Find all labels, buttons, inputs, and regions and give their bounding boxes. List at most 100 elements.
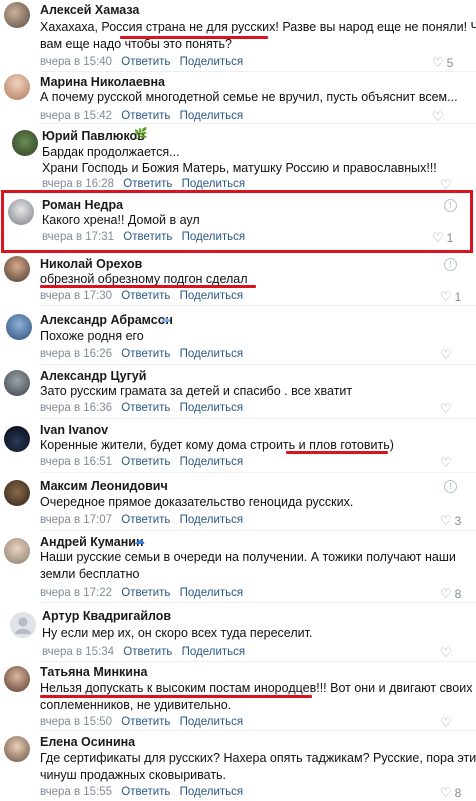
heart-icon: ♡ (440, 785, 452, 800)
info-circle-icon[interactable]: ! (444, 199, 457, 212)
like-button[interactable]: ♡ (440, 715, 455, 731)
comment-meta: вчера в 15:50 Ответить Поделиться (40, 716, 249, 728)
divider (40, 472, 476, 473)
avatar[interactable] (4, 538, 30, 564)
share-button[interactable]: Поделиться (182, 646, 246, 658)
share-button[interactable]: Поделиться (180, 348, 244, 360)
heart-icon: ♡ (440, 289, 452, 304)
reply-button[interactable]: Ответить (121, 348, 170, 360)
comment-author[interactable]: Андрей Куманин (40, 535, 144, 549)
comment-time: вчера в 15:55 (40, 786, 113, 798)
comment-meta: вчера в 17:22 Ответить Поделиться (40, 587, 249, 599)
highlight-underline (40, 285, 256, 288)
like-count: 1 (454, 290, 462, 304)
comment-author[interactable]: Роман Недра (42, 198, 123, 212)
avatar[interactable] (4, 370, 30, 396)
comment-author[interactable]: Елена Осинина (40, 735, 135, 749)
share-button[interactable]: Поделиться (180, 716, 244, 728)
avatar[interactable] (4, 480, 30, 506)
share-button[interactable]: Поделиться (180, 786, 244, 798)
info-circle-icon[interactable]: ! (444, 480, 457, 493)
reply-button[interactable]: Ответить (121, 456, 170, 468)
heart-icon: ♡ (440, 586, 452, 601)
share-button[interactable]: Поделиться (180, 402, 244, 414)
share-button[interactable]: Поделиться (180, 514, 244, 526)
comment-text: Где сертификаты для русских? Нахера опят… (40, 751, 476, 765)
reply-button[interactable]: Ответить (121, 110, 170, 122)
comment-author[interactable]: Александр Абрамсон (40, 313, 173, 327)
highlight-underline (120, 36, 268, 39)
comment-text: чинуш продажных сковыривать. (40, 768, 227, 782)
reply-button[interactable]: Ответить (121, 716, 170, 728)
divider (40, 530, 476, 531)
avatar[interactable] (4, 736, 30, 762)
like-count: 5 (446, 56, 454, 70)
reply-button[interactable]: Ответить (121, 587, 170, 599)
like-count: 8 (454, 587, 462, 601)
divider (40, 661, 476, 662)
like-button[interactable]: ♡ 5 (432, 55, 453, 71)
share-button[interactable]: Поделиться (180, 56, 244, 68)
like-button[interactable]: ♡ 1 (432, 230, 453, 246)
avatar[interactable] (8, 199, 34, 225)
share-button[interactable]: Поделиться (180, 290, 244, 302)
like-count: 1 (446, 231, 454, 245)
comment-text: Наши русские семьи в очереди на получени… (40, 550, 456, 564)
avatar[interactable] (6, 314, 32, 340)
comment-meta: вчера в 15:40 Ответить Поделиться (40, 56, 249, 68)
heart-icon: ♡ (440, 513, 452, 528)
comment-text: Похоже родня его (40, 329, 144, 343)
divider (40, 305, 476, 306)
avatar[interactable] (4, 666, 30, 692)
comment-author[interactable]: Максим Леонидович (40, 479, 168, 493)
comment-author[interactable]: Александр Цугуй (40, 369, 146, 383)
comment-author[interactable]: Марина Николаевна (40, 75, 165, 89)
heart-icon: ♡ (440, 715, 452, 730)
cloud-badge-icon: ☁ (134, 535, 145, 547)
comment-time: вчера в 17:31 (42, 231, 115, 243)
avatar[interactable] (4, 256, 30, 282)
like-button[interactable]: ♡ 8 (440, 586, 461, 602)
heart-icon: ♡ (440, 645, 452, 660)
reply-button[interactable]: Ответить (121, 56, 170, 68)
comment-time: вчера в 17:07 (40, 514, 113, 526)
comment-author[interactable]: Татьяна Минкина (40, 665, 147, 679)
avatar[interactable] (10, 612, 36, 638)
avatar[interactable] (4, 74, 30, 100)
comment-author[interactable]: Юрий Павлюков (42, 129, 145, 143)
info-circle-icon[interactable]: ! (444, 258, 457, 271)
like-button[interactable]: ♡ 3 (440, 513, 461, 529)
reply-button[interactable]: Ответить (121, 402, 170, 414)
comment-meta: вчера в 17:07 Ответить Поделиться (40, 514, 249, 526)
avatar[interactable] (12, 130, 38, 156)
comment-time: вчера в 15:42 (40, 110, 113, 122)
like-button[interactable]: ♡ 8 (440, 785, 461, 801)
comment-author[interactable]: Николай Орехов (40, 257, 142, 271)
like-button[interactable]: ♡ (440, 401, 455, 417)
reply-button[interactable]: Ответить (121, 514, 170, 526)
like-button[interactable]: ♡ 1 (440, 289, 461, 305)
like-button[interactable]: ♡ (440, 347, 455, 363)
comment-author[interactable]: Артур Квадригайлов (42, 609, 171, 623)
heart-icon: ♡ (440, 455, 452, 470)
like-button[interactable]: ♡ (440, 455, 455, 471)
comment-text: Зато русским грамата за детей и спасибо … (40, 384, 353, 398)
comment-author[interactable]: Ivan Ivanov (40, 423, 108, 437)
reply-button[interactable]: Ответить (123, 178, 172, 190)
share-button[interactable]: Поделиться (182, 178, 246, 190)
like-button[interactable]: ♡ (440, 645, 455, 661)
reply-button[interactable]: Ответить (121, 786, 170, 798)
comment-text: А почему русской многодетной семье не вр… (40, 90, 458, 104)
share-button[interactable]: Поделиться (180, 110, 244, 122)
divider (40, 123, 476, 124)
avatar[interactable] (4, 2, 30, 28)
reply-button[interactable]: Ответить (121, 290, 170, 302)
highlight-underline (40, 695, 312, 698)
share-button[interactable]: Поделиться (180, 587, 244, 599)
share-button[interactable]: Поделиться (180, 456, 244, 468)
avatar[interactable] (4, 426, 30, 452)
reply-button[interactable]: Ответить (123, 646, 172, 658)
comment-author[interactable]: Алексей Хамаза (40, 3, 139, 17)
reply-button[interactable]: Ответить (123, 231, 172, 243)
share-button[interactable]: Поделиться (182, 231, 246, 243)
